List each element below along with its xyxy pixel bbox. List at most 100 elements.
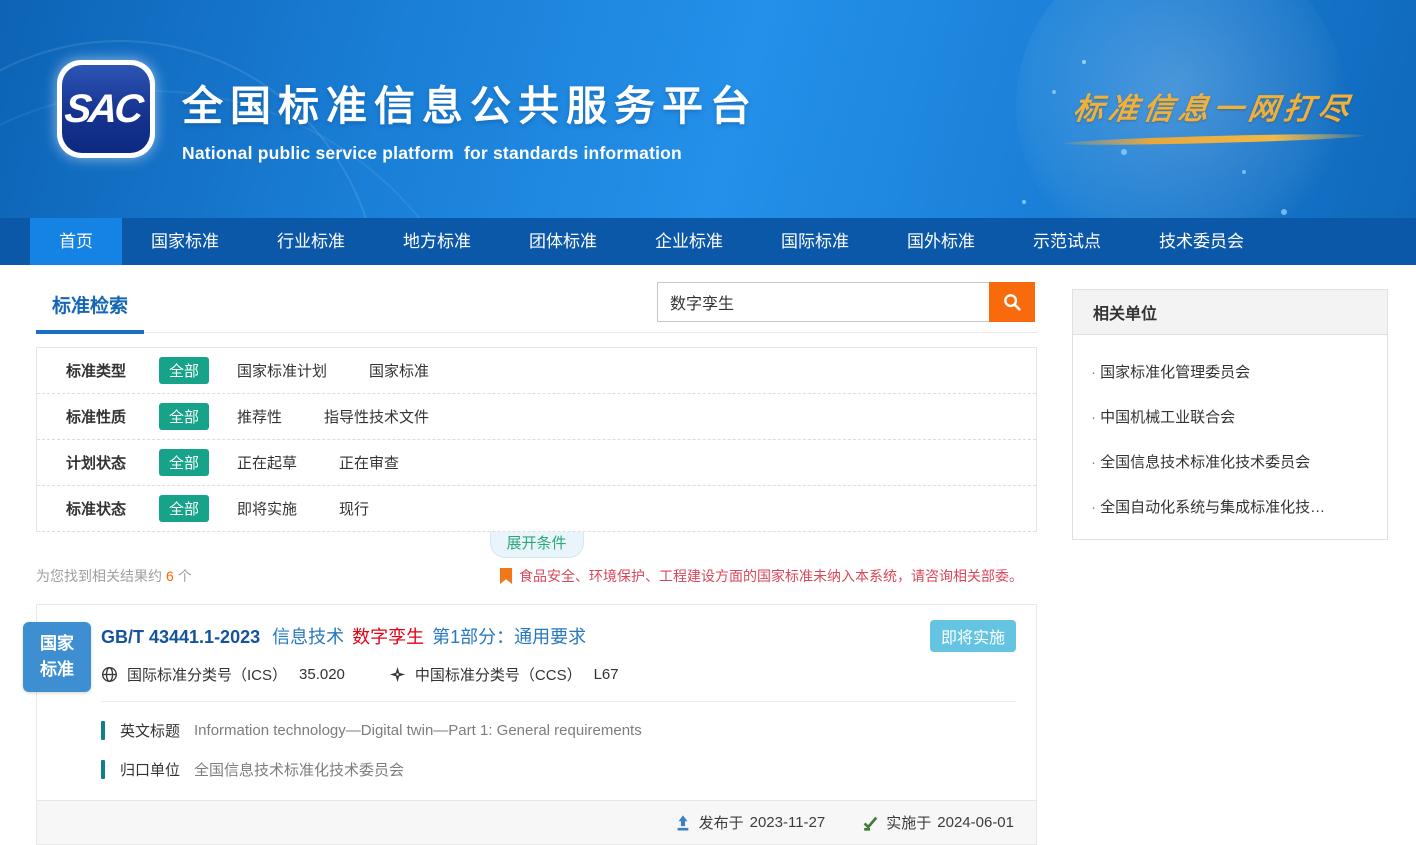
field-value: Information technology—Digital twin—Part…: [194, 722, 642, 739]
classification-row: 国际标准分类号（ICS） 35.020 中国标准分类号（CCS） L67: [101, 664, 1016, 685]
sidebar: 相关单位 国家标准化管理委员会 中国机械工业联合会 全国信息技术标准化技术委员会…: [1072, 289, 1388, 845]
nav-item-pilot-demonstration[interactable]: 示范试点: [1004, 218, 1130, 265]
field-value: 全国信息技术标准化技术委员会: [194, 759, 404, 780]
filter-option[interactable]: 国家标准计划: [237, 360, 327, 381]
search-button[interactable]: [989, 282, 1035, 322]
site-titles: 全国标准信息公共服务平台 National public service pla…: [182, 72, 758, 164]
filter-options: 推荐性 指导性技术文件: [237, 406, 429, 427]
sac-logo-text: SAC: [63, 87, 149, 132]
implemented-date: 2024-06-01: [937, 814, 1014, 831]
expand-conditions-button[interactable]: 展开条件: [490, 532, 584, 558]
filter-row-plan-status: 计划状态 全部 正在起草 正在审查: [37, 440, 1036, 486]
ccs-group: 中国标准分类号（CCS） L67: [389, 664, 619, 685]
result-card-footer: 发布于 2023-11-27 实施于 2024-06-01: [37, 800, 1036, 844]
sac-logo[interactable]: SAC: [57, 60, 155, 158]
related-unit-link[interactable]: 中国机械工业联合会: [1091, 406, 1369, 427]
filter-all-badge[interactable]: 全部: [159, 357, 209, 384]
field-accent-bar: [101, 721, 105, 740]
nav-item-foreign-standards[interactable]: 国外标准: [878, 218, 1004, 265]
banner-slogan: 标准信息一网打尽: [1064, 84, 1364, 143]
field-accent-bar: [101, 760, 105, 779]
ccs-value: L67: [594, 666, 619, 683]
standard-type-badge-line1: 国家: [40, 631, 74, 657]
filter-panel: 标准类型 全部 国家标准计划 国家标准 标准性质 全部 推荐性 指导性技术文件: [36, 347, 1037, 532]
upload-icon: [674, 814, 692, 832]
filter-label: 计划状态: [66, 452, 159, 473]
main-column: 标准检索 标准类型: [36, 277, 1037, 845]
standard-title-part1: 信息技术: [272, 627, 344, 647]
search-input[interactable]: [657, 282, 989, 322]
standard-title-part2: 第1部分：通用要求: [432, 627, 586, 647]
nav-item-home[interactable]: 首页: [30, 218, 122, 265]
filter-all-badge[interactable]: 全部: [159, 495, 209, 522]
results-count: 6: [166, 568, 174, 584]
filter-option[interactable]: 国家标准: [369, 360, 429, 381]
related-unit-link[interactable]: 全国信息技术标准化技术委员会: [1091, 451, 1369, 472]
nav-item-technical-committees[interactable]: 技术委员会: [1130, 218, 1273, 265]
ccs-label: 中国标准分类号（CCS）: [415, 664, 582, 685]
site-title-en: National public service platform for sta…: [182, 143, 758, 164]
result-card-body: GB/T 43441.1-2023 信息技术数字孪生第1部分：通用要求 国际标准分…: [37, 605, 1036, 780]
related-units-list: 国家标准化管理委员会 中国机械工业联合会 全国信息技术标准化技术委员会 全国自动…: [1073, 335, 1387, 539]
related-units-title: 相关单位: [1073, 290, 1387, 335]
search-box: [657, 282, 1035, 322]
filter-option[interactable]: 现行: [339, 498, 369, 519]
nav-item-group-standards[interactable]: 团体标准: [500, 218, 626, 265]
ics-label: 国际标准分类号（ICS）: [127, 664, 287, 685]
filter-label: 标准状态: [66, 498, 159, 519]
results-summary-prefix: 为您找到相关结果约: [36, 568, 162, 584]
page: SAC 全国标准信息公共服务平台 National public service…: [0, 0, 1416, 845]
published-label: 发布于: [699, 812, 744, 833]
related-unit-link[interactable]: 国家标准化管理委员会: [1091, 361, 1369, 382]
filter-all-badge[interactable]: 全部: [159, 403, 209, 430]
ics-value: 35.020: [299, 666, 345, 683]
nav-item-national-standards[interactable]: 国家标准: [122, 218, 248, 265]
site-banner: SAC 全国标准信息公共服务平台 National public service…: [0, 0, 1416, 218]
field-label: 归口单位: [120, 759, 180, 780]
related-unit-link[interactable]: 全国自动化系统与集成标准化技…: [1091, 496, 1369, 517]
results-summary: 为您找到相关结果约6个: [36, 566, 192, 586]
filter-label: 标准类型: [66, 360, 159, 381]
magnifier-icon: [1001, 291, 1023, 313]
filter-option[interactable]: 指导性技术文件: [324, 406, 429, 427]
standard-title-link[interactable]: GB/T 43441.1-2023 信息技术数字孪生第1部分：通用要求: [101, 623, 1016, 649]
nav-item-industry-standards[interactable]: 行业标准: [248, 218, 374, 265]
filter-option[interactable]: 正在起草: [237, 452, 297, 473]
nav-item-local-standards[interactable]: 地方标准: [374, 218, 500, 265]
compass-icon: [389, 666, 406, 683]
field-row-committee: 归口单位 全国信息技术标准化技术委员会: [101, 759, 1016, 780]
filter-option[interactable]: 正在审查: [339, 452, 399, 473]
published-date-item: 发布于 2023-11-27: [674, 812, 826, 833]
filter-options: 国家标准计划 国家标准: [237, 360, 429, 381]
nav-item-enterprise-standards[interactable]: 企业标准: [626, 218, 752, 265]
filter-option[interactable]: 推荐性: [237, 406, 282, 427]
status-badge: 即将实施: [930, 620, 1016, 652]
banner-slogan-text: 标准信息一网打尽: [1061, 84, 1367, 128]
card-divider: [101, 701, 1016, 702]
banner-decor-dots: [1082, 60, 1086, 64]
implemented-date-item: 实施于 2024-06-01: [861, 812, 1014, 833]
standard-type-badge: 国家 标准: [23, 622, 91, 692]
globe-icon: [101, 666, 118, 683]
published-date: 2023-11-27: [750, 814, 826, 831]
filter-row-standard-nature: 标准性质 全部 推荐性 指导性技术文件: [37, 394, 1036, 440]
search-section-header: 标准检索: [36, 277, 1037, 333]
filter-option[interactable]: 即将实施: [237, 498, 297, 519]
result-card: 国家 标准 即将实施 GB/T 43441.1-2023信息技术数字孪生第1部分…: [36, 604, 1037, 845]
standard-code: GB/T 43441.1-2023: [101, 627, 260, 647]
bookmark-icon: [500, 568, 512, 584]
related-units-box: 相关单位 国家标准化管理委员会 中国机械工业联合会 全国信息技术标准化技术委员会…: [1072, 289, 1388, 540]
site-title-cn: 全国标准信息公共服务平台: [182, 72, 758, 132]
field-row-english-title: 英文标题 Information technology—Digital twin…: [101, 720, 1016, 741]
filter-label: 标准性质: [66, 406, 159, 427]
filter-row-standard-type: 标准类型 全部 国家标准计划 国家标准: [37, 348, 1036, 394]
standard-title-highlight: 数字孪生: [352, 627, 424, 647]
nav-item-international-standards[interactable]: 国际标准: [752, 218, 878, 265]
system-notice-text: 食品安全、环境保护、工程建设方面的国家标准未纳入本系统，请咨询相关部委。: [519, 566, 1023, 586]
filter-options: 正在起草 正在审查: [237, 452, 399, 473]
section-title-standard-search: 标准检索: [36, 291, 144, 334]
content: 标准检索 标准类型: [0, 265, 1416, 845]
filter-all-badge[interactable]: 全部: [159, 449, 209, 476]
filter-options: 即将实施 现行: [237, 498, 369, 519]
check-icon: [861, 814, 879, 832]
